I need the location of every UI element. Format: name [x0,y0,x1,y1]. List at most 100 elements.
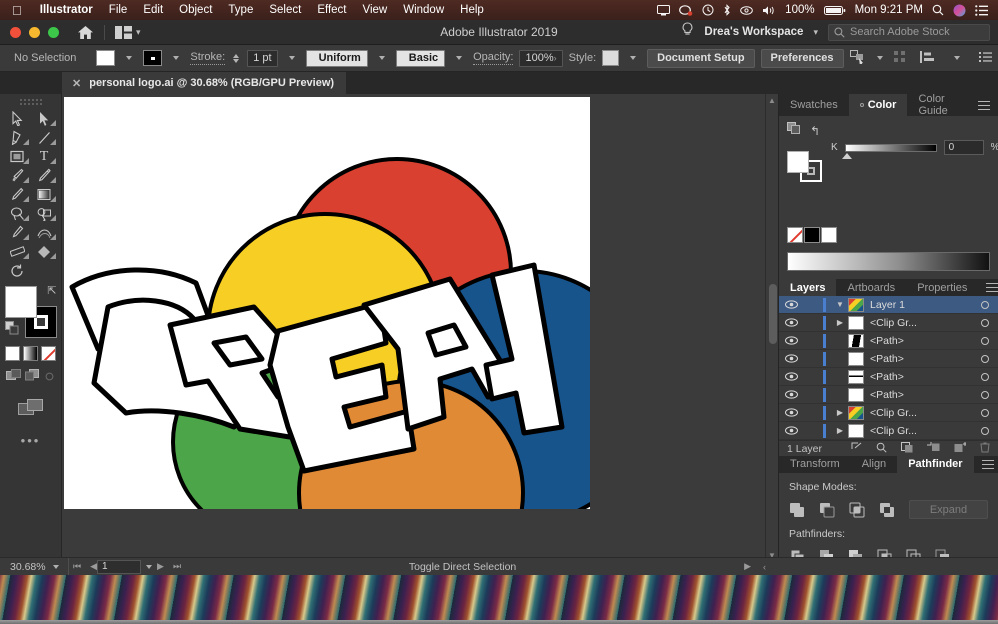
pencil-tool[interactable] [31,166,58,185]
layer-name[interactable]: <Path> [870,371,972,383]
pen-tool[interactable] [4,128,31,147]
panel-menu-icon[interactable] [978,279,998,296]
draw-normal-icon[interactable] [6,369,21,387]
tools-panel-grip[interactable] [18,98,43,105]
artboard-number-input[interactable]: 1 [97,559,142,574]
gradient-tool[interactable] [31,185,58,204]
status-menu-icon[interactable]: ▶ [744,561,751,572]
bluetooth-icon[interactable] [723,4,731,16]
table-row[interactable]: ▶ <Clip Gr... [779,404,998,423]
tab-align[interactable]: Align [851,456,897,473]
table-row[interactable]: <Path> [779,332,998,351]
chevron-down-icon[interactable] [126,56,133,60]
previous-artboard-icon[interactable]: ◀ [90,561,97,572]
brush-definition-select[interactable]: Basic [395,49,446,67]
preferences-button[interactable]: Preferences [760,48,844,68]
menu-file[interactable]: File [101,4,136,16]
shape-builder-tool[interactable] [31,204,58,223]
tab-color[interactable]: Color [848,94,908,116]
eraser-tool[interactable] [4,185,31,204]
tab-properties[interactable]: Properties [906,279,978,296]
menu-illustrator[interactable]: Illustrator [32,4,101,16]
opacity-label[interactable]: Opacity: [473,51,514,65]
chevron-down-icon[interactable] [630,56,637,60]
document-tab[interactable]: ✕ personal logo.ai @ 30.68% (RGB/GPU Pre… [62,72,347,94]
select-similar-objects-icon[interactable] [849,49,866,67]
black-swatch[interactable] [804,227,820,243]
stroke-profile-select[interactable]: Uniform [305,49,368,67]
direct-selection-tool[interactable] [31,109,58,128]
lasso-tool[interactable] [4,204,31,223]
delete-layer-icon[interactable] [980,442,990,456]
chevron-down-icon[interactable]: ▾ [136,27,141,38]
close-icon[interactable]: ✕ [72,77,81,90]
fill-color-swatch[interactable] [96,50,116,66]
line-segment-tool[interactable] [31,128,58,147]
table-row[interactable]: ▶ <Clip Gr... [779,314,998,333]
visibility-eye-icon[interactable] [779,372,803,381]
tab-pathfinder[interactable]: Pathfinder [897,455,974,473]
target-indicator[interactable] [972,426,998,435]
home-icon[interactable] [77,25,94,40]
target-indicator[interactable] [972,336,998,345]
target-indicator[interactable] [972,372,998,381]
exclude-icon[interactable] [879,501,896,519]
fill-proxy[interactable] [4,286,37,318]
table-row[interactable]: ▼ Layer 1 [779,296,998,315]
target-indicator[interactable] [972,300,998,309]
blend-tool[interactable] [31,223,58,242]
layer-name[interactable]: Layer 1 [870,299,972,311]
document-setup-button[interactable]: Document Setup [647,48,755,68]
gradient-mode-icon[interactable] [23,346,38,361]
panel-menu-icon[interactable] [970,94,998,116]
screen-share-icon[interactable] [657,4,671,16]
zoom-level[interactable]: 30.68% [0,561,48,573]
layer-name[interactable]: <Clip Gr... [870,407,972,419]
minimize-window-button[interactable] [29,26,40,38]
minus-front-icon[interactable] [819,501,836,519]
none-mode-icon[interactable] [41,346,56,361]
layer-name[interactable]: <Path> [870,353,972,365]
fill-stroke-proxy-icon[interactable] [787,122,801,140]
workspace-switcher[interactable]: Drea's Workspace [704,26,803,38]
artboard[interactable] [64,97,652,575]
color-mode-icon[interactable] [5,346,20,361]
chevron-down-icon[interactable] [146,564,153,569]
layer-name[interactable]: <Clip Gr... [870,317,972,329]
free-transform-tool[interactable] [31,242,58,261]
menu-edit[interactable]: Edit [135,4,171,16]
stroke-weight-label[interactable]: Stroke: [190,51,226,65]
tab-artboards[interactable]: Artboards [836,279,906,296]
create-sublayer-icon[interactable] [927,441,940,456]
time-machine-icon[interactable] [702,4,714,16]
intersect-icon[interactable] [849,501,866,519]
tab-transform[interactable]: Transform [779,456,851,473]
scroll-up-arrow-icon[interactable]: ▲ [766,96,778,105]
menu-bar-clock[interactable]: Mon 9:21 PM [855,4,923,16]
unite-icon[interactable] [789,501,806,519]
chevron-right-icon[interactable]: ▶ [832,318,848,327]
spotlight-search-icon[interactable] [932,4,944,16]
vertical-scroll-thumb[interactable] [769,284,777,344]
table-row[interactable]: ▶ <Clip Gr... [779,422,998,441]
grayscale-spectrum-ramp[interactable] [787,252,990,271]
panel-options-icon[interactable] [978,51,992,65]
visibility-eye-icon[interactable] [779,354,803,363]
menu-object[interactable]: Object [171,4,220,16]
apple-logo-icon[interactable]:  [12,4,22,17]
lightbulb-icon[interactable] [681,22,694,42]
eyedropper-tool[interactable] [4,223,31,242]
target-indicator[interactable] [972,354,998,363]
control-center-icon[interactable] [975,4,988,16]
menu-window[interactable]: Window [395,4,452,16]
paintbrush-tool[interactable] [4,166,31,185]
search-adobe-stock-input[interactable]: Search Adobe Stock [828,23,990,41]
table-row[interactable]: <Path> [779,368,998,387]
layer-name[interactable]: <Path> [870,389,972,401]
volume-icon[interactable] [762,5,776,16]
swap-fill-stroke-icon[interactable]: ⇱ [47,284,56,297]
white-swatch[interactable] [821,227,837,243]
opacity-input[interactable]: 100% › [519,49,563,67]
next-artboard-icon[interactable]: ▶ [157,561,164,572]
chevron-down-icon[interactable] [378,56,385,60]
